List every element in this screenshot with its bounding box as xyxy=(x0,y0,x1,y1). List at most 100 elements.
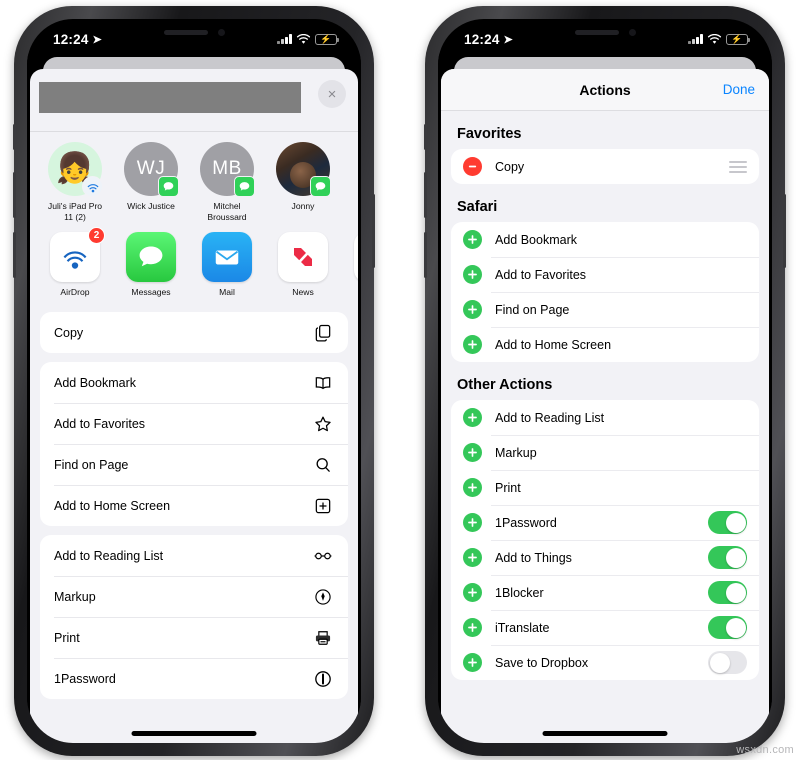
editor-row-find-on-page[interactable]: Find on Page xyxy=(451,292,759,327)
editor-row-add-to-favorites[interactable]: Add to Favorites xyxy=(451,257,759,292)
add-icon[interactable] xyxy=(463,335,482,354)
contact-name: Wick Justice xyxy=(127,201,175,211)
add-icon[interactable] xyxy=(463,513,482,532)
toggle-switch[interactable] xyxy=(708,616,747,639)
action-row-find-on-page[interactable]: Find on Page xyxy=(40,444,348,485)
add-icon[interactable] xyxy=(463,408,482,427)
volume-down-button[interactable] xyxy=(13,232,16,278)
app-label: News xyxy=(292,287,314,297)
editor-row-markup[interactable]: Markup xyxy=(451,435,759,470)
app-label: AirDrop xyxy=(60,287,90,297)
editor-row-add-to-home-screen[interactable]: Add to Home Screen xyxy=(451,327,759,362)
row-label: Find on Page xyxy=(54,457,129,472)
home-indicator[interactable] xyxy=(131,731,257,736)
share-sheet-header: × xyxy=(30,69,358,131)
app-item-news[interactable]: News xyxy=(272,232,334,297)
printer-icon xyxy=(312,627,334,649)
remove-icon[interactable] xyxy=(463,157,482,176)
status-indicators: ⚡ xyxy=(688,33,750,45)
notch xyxy=(112,19,276,45)
add-icon[interactable] xyxy=(463,653,482,672)
markup-pen-icon xyxy=(312,586,334,608)
volume-up-button[interactable] xyxy=(424,172,427,218)
app-item-reminders[interactable]: Re xyxy=(348,232,358,297)
reorder-handle-icon[interactable] xyxy=(729,160,747,173)
add-icon[interactable] xyxy=(463,230,482,249)
action-row-print[interactable]: Print xyxy=(40,617,348,658)
action-row-add-bookmark[interactable]: Add Bookmark xyxy=(40,362,348,403)
earpiece-speaker xyxy=(163,29,208,35)
contact-item[interactable]: WJ Wick Justice xyxy=(120,142,182,222)
editor-row-print[interactable]: Print xyxy=(451,470,759,505)
editor-row-label: Add to Things xyxy=(495,550,572,565)
airdrop-badge-icon xyxy=(82,176,103,197)
editor-row-1blocker[interactable]: 1Blocker xyxy=(451,575,759,610)
action-row-add-to-reading-list[interactable]: Add to Reading List xyxy=(40,535,348,576)
app-item-messages[interactable]: Messages xyxy=(120,232,182,297)
home-indicator[interactable] xyxy=(542,731,668,736)
row-label: Markup xyxy=(54,589,96,604)
contact-item[interactable]: 👧 Juli's iPad Pro 11 (2) xyxy=(44,142,106,222)
action-group-safari: Add Bookmark Add to Favorites Find on Pa… xyxy=(40,362,348,526)
status-time-group: 12:24 ➤ xyxy=(464,32,513,47)
row-label: Add to Favorites xyxy=(54,416,146,431)
watermark: wsxdn.com xyxy=(736,744,794,756)
screenshot-stage: 12:24 ➤ ⚡ × 👧 Juli's iPad Pro 11 (2) WJ … xyxy=(0,0,800,760)
power-button[interactable] xyxy=(783,194,786,268)
apps-row[interactable]: 2 AirDrop Messages Mail News xyxy=(30,226,358,303)
toggle-switch[interactable] xyxy=(708,546,747,569)
power-button[interactable] xyxy=(372,194,375,268)
actions-editor-panel: Actions Done Favorites Copy Safari Add B… xyxy=(441,69,769,743)
add-icon[interactable] xyxy=(463,583,482,602)
add-icon[interactable] xyxy=(463,265,482,284)
editor-row-label: Add to Reading List xyxy=(495,410,605,425)
right-screen-body: Actions Done Favorites Copy Safari Add B… xyxy=(438,53,772,743)
contact-name: Jonny xyxy=(291,201,315,211)
done-button[interactable]: Done xyxy=(723,82,755,97)
editor-row-save-to-dropbox[interactable]: Save to Dropbox xyxy=(451,645,759,680)
volume-down-button[interactable] xyxy=(424,232,427,278)
contact-item[interactable]: MB Mitchel Broussard xyxy=(196,142,258,222)
app-badge: 2 xyxy=(88,227,105,244)
phone-right: 12:24 ➤ ⚡ Actions Done Favorites Copy Sa… xyxy=(424,6,786,756)
app-item-mail[interactable]: Mail xyxy=(196,232,258,297)
editor-row-label: Find on Page xyxy=(495,302,570,317)
cellular-bars-icon xyxy=(277,34,292,44)
phone-right-screen: 12:24 ➤ ⚡ Actions Done Favorites Copy Sa… xyxy=(438,19,772,743)
app-item-airdrop[interactable]: 2 AirDrop xyxy=(44,227,106,297)
editor-row-add-to-reading-list[interactable]: Add to Reading List xyxy=(451,400,759,435)
editor-row-1password[interactable]: 1Password xyxy=(451,505,759,540)
action-row-1password[interactable]: 1Password xyxy=(40,658,348,699)
editor-row-itranslate[interactable]: iTranslate xyxy=(451,610,759,645)
action-row-add-to-favorites[interactable]: Add to Favorites xyxy=(40,403,348,444)
action-row-copy[interactable]: Copy xyxy=(40,312,348,353)
messages-badge-icon xyxy=(310,176,331,197)
toggle-switch[interactable] xyxy=(708,511,747,534)
editor-row-copy[interactable]: Copy xyxy=(451,149,759,184)
status-time: 12:24 xyxy=(53,31,89,47)
contacts-row[interactable]: 👧 Juli's iPad Pro 11 (2) WJ Wick Justice… xyxy=(30,132,358,226)
action-row-add-to-home-screen[interactable]: Add to Home Screen xyxy=(40,485,348,526)
add-icon[interactable] xyxy=(463,300,482,319)
mute-switch[interactable] xyxy=(13,124,16,150)
action-row-markup[interactable]: Markup xyxy=(40,576,348,617)
volume-up-button[interactable] xyxy=(13,172,16,218)
editor-row-label: Print xyxy=(495,480,521,495)
contact-item[interactable]: Jonny xyxy=(272,142,334,222)
toggle-switch[interactable] xyxy=(708,651,747,674)
toggle-switch[interactable] xyxy=(708,581,747,604)
add-icon[interactable] xyxy=(463,478,482,497)
editor-row-label: Add to Favorites xyxy=(495,267,587,282)
row-label: Add to Home Screen xyxy=(54,498,171,513)
add-icon[interactable] xyxy=(463,618,482,637)
close-icon[interactable]: × xyxy=(318,80,346,108)
editor-row-add-bookmark[interactable]: Add Bookmark xyxy=(451,222,759,257)
airdrop-icon: 2 xyxy=(50,227,105,282)
messages-icon xyxy=(126,232,176,282)
mute-switch[interactable] xyxy=(424,124,427,150)
add-icon[interactable] xyxy=(463,548,482,567)
section-title-favorites: Favorites xyxy=(457,126,522,142)
book-icon xyxy=(312,372,334,394)
editor-row-add-to-things[interactable]: Add to Things xyxy=(451,540,759,575)
add-icon[interactable] xyxy=(463,443,482,462)
